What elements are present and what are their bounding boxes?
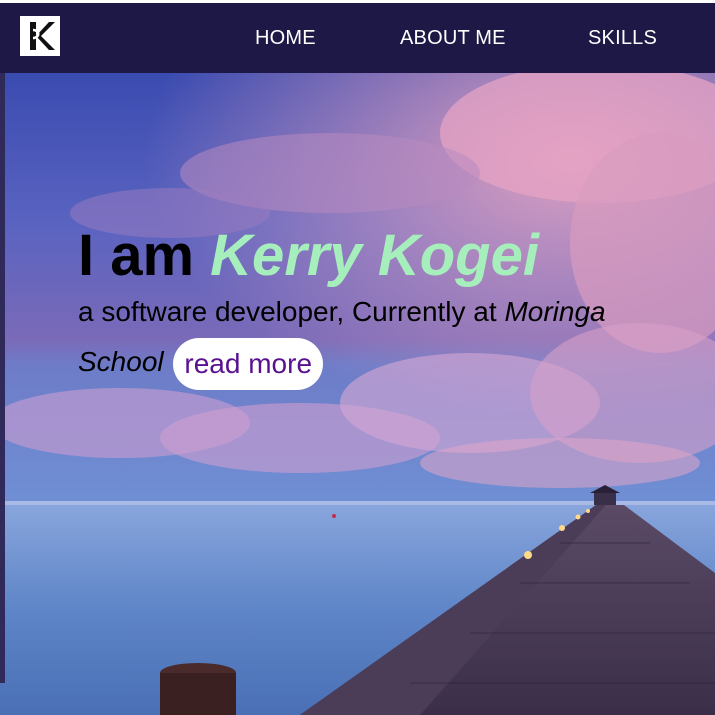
headline-intro: I am <box>78 223 211 288</box>
hero-headline: I am Kerry Kogei <box>78 225 678 287</box>
hero-tagline: a software developer, Currently at Morin… <box>78 287 678 390</box>
nav-link-home[interactable]: HOME <box>255 27 316 50</box>
k-logo-icon <box>20 16 60 56</box>
portfolio-page: HOME ABOUT ME SKILLS I am Kerry Kogei a … <box>0 0 715 715</box>
headline-name: Kerry Kogei <box>210 223 539 288</box>
read-more-button[interactable]: read more <box>173 337 324 390</box>
hero-content: I am Kerry Kogei a software developer, C… <box>78 225 678 390</box>
logo[interactable] <box>20 16 60 56</box>
hero-section: I am Kerry Kogei a software developer, C… <box>0 73 715 715</box>
tagline-prefix: a software developer, Currently at <box>78 296 505 327</box>
navbar: HOME ABOUT ME SKILLS <box>0 3 715 73</box>
hero-left-border <box>0 73 5 683</box>
nav-link-about-me[interactable]: ABOUT ME <box>400 27 506 50</box>
nav-link-skills[interactable]: SKILLS <box>588 27 657 50</box>
sunset-pier-background-image <box>0 73 715 715</box>
